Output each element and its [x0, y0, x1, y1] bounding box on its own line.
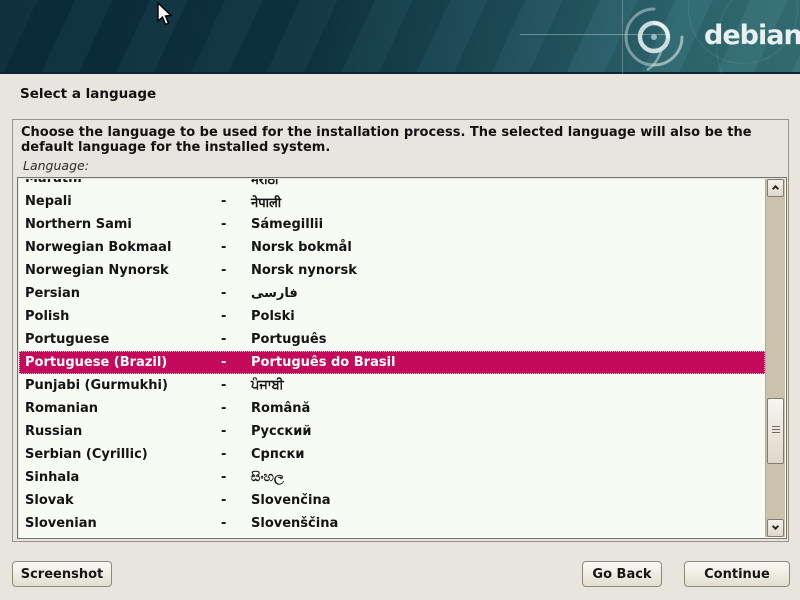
language-native-name: Sámegillii — [251, 217, 765, 232]
brand-wordmark: debian8 — [704, 20, 800, 51]
language-list-item[interactable]: Slovenian - Slovenščina — [19, 512, 765, 535]
language-native-name: Português — [251, 332, 765, 347]
installer-banner: debian8 — [0, 0, 800, 74]
language-native-name: ਪੰਜਾਬੀ — [251, 378, 765, 393]
language-english-name: Russian — [25, 424, 221, 439]
language-native-name: नेपाली — [251, 193, 765, 211]
language-english-name: Serbian (Cyrillic) — [25, 447, 221, 462]
language-separator: - — [221, 447, 251, 462]
language-separator: - — [221, 401, 251, 416]
language-list-item[interactable]: Nepali - नेपाली — [19, 190, 765, 213]
language-list-item[interactable]: Portuguese (Brazil) - Português do Brasi… — [19, 351, 765, 374]
language-list-item[interactable]: Romanian - Română — [19, 397, 765, 420]
go-back-button[interactable]: Go Back — [582, 561, 662, 587]
language-native-name: Српски — [251, 447, 765, 462]
language-separator: - — [221, 493, 251, 508]
language-list-item[interactable]: Marathi - मराठी — [19, 179, 765, 190]
language-native-name: Norsk nynorsk — [251, 263, 765, 278]
continue-button[interactable]: Continue — [684, 561, 790, 587]
language-listbox: Marathi - मराठी Nepali - नेपाली Northern… — [17, 177, 787, 539]
language-native-name: मराठी — [251, 179, 765, 188]
chevron-down-icon — [772, 523, 779, 530]
language-list-item[interactable]: Portuguese - Português — [19, 328, 765, 351]
language-list-item[interactable]: Norwegian Nynorsk - Norsk nynorsk — [19, 259, 765, 282]
language-separator: - — [221, 194, 251, 209]
language-native-name: Română — [251, 401, 765, 416]
screenshot-button[interactable]: Screenshot — [12, 561, 112, 587]
language-english-name: Slovenian — [25, 516, 221, 531]
language-list-item[interactable]: Polish - Polski — [19, 305, 765, 328]
language-english-name: Norwegian Nynorsk — [25, 263, 221, 278]
language-separator: - — [221, 263, 251, 278]
language-list-item[interactable]: Serbian (Cyrillic) - Српски — [19, 443, 765, 466]
language-native-name: Slovenščina — [251, 516, 765, 531]
language-english-name: Nepali — [25, 194, 221, 209]
language-native-name: Русский — [251, 424, 765, 439]
instruction-text: Choose the language to be used for the i… — [21, 125, 779, 155]
language-list-item[interactable]: Russian - Русский — [19, 420, 765, 443]
language-separator: - — [221, 240, 251, 255]
language-list-item[interactable]: Sinhala - සිංහල — [19, 466, 765, 489]
language-english-name: Punjabi (Gurmukhi) — [25, 378, 221, 393]
scroll-up-button[interactable] — [767, 179, 784, 197]
language-list-item[interactable]: Norwegian Bokmaal - Norsk bokmål — [19, 236, 765, 259]
language-english-name: Romanian — [25, 401, 221, 416]
language-english-name: Northern Sami — [25, 217, 221, 232]
scroll-down-button[interactable] — [767, 519, 784, 537]
mouse-cursor-icon — [157, 2, 175, 28]
language-separator: - — [221, 355, 251, 370]
scrollbar-grip-icon — [772, 426, 780, 435]
debian-swirl-logo — [598, 0, 702, 74]
chevron-up-icon — [772, 185, 779, 192]
language-separator: - — [221, 424, 251, 439]
content-frame: Choose the language to be used for the i… — [12, 119, 789, 542]
language-english-name: Norwegian Bokmaal — [25, 240, 221, 255]
language-native-name: Português do Brasil — [251, 355, 765, 370]
language-separator: - — [221, 332, 251, 347]
language-native-name: Slovenčina — [251, 493, 765, 508]
language-english-name: Sinhala — [25, 470, 221, 485]
language-english-name: Marathi — [25, 179, 221, 186]
banner-decor-circle — [716, 0, 800, 120]
language-native-name: සිංහල — [251, 470, 765, 485]
language-english-name: Slovak — [25, 493, 221, 508]
page-title: Select a language — [20, 86, 156, 102]
language-english-name: Portuguese (Brazil) — [25, 355, 221, 370]
language-separator: - — [221, 378, 251, 393]
language-english-name: Portuguese — [25, 332, 221, 347]
language-list-item[interactable]: Punjabi (Gurmukhi) - ਪੰਜਾਬੀ — [19, 374, 765, 397]
vertical-scrollbar[interactable] — [765, 179, 785, 537]
language-separator: - — [221, 217, 251, 232]
language-list-item[interactable]: Northern Sami - Sámegillii — [19, 213, 765, 236]
language-separator: - — [221, 516, 251, 531]
language-native-name: Polski — [251, 309, 765, 324]
language-separator: - — [221, 470, 251, 485]
language-field-label: Language: — [23, 158, 89, 173]
language-list-item[interactable]: Slovak - Slovenčina — [19, 489, 765, 512]
scrollbar-thumb[interactable] — [767, 398, 784, 464]
language-separator: - — [221, 179, 251, 186]
language-separator: - — [221, 309, 251, 324]
language-list-item[interactable]: Persian - فارسی — [19, 282, 765, 305]
language-native-name: Norsk bokmål — [251, 240, 765, 255]
language-english-name: Persian — [25, 286, 221, 301]
language-english-name: Polish — [25, 309, 221, 324]
language-native-name: فارسی — [251, 286, 765, 301]
brand-name: debian — [704, 20, 800, 51]
language-separator: - — [221, 286, 251, 301]
language-rows: Marathi - मराठी Nepali - नेपाली Northern… — [19, 179, 765, 537]
